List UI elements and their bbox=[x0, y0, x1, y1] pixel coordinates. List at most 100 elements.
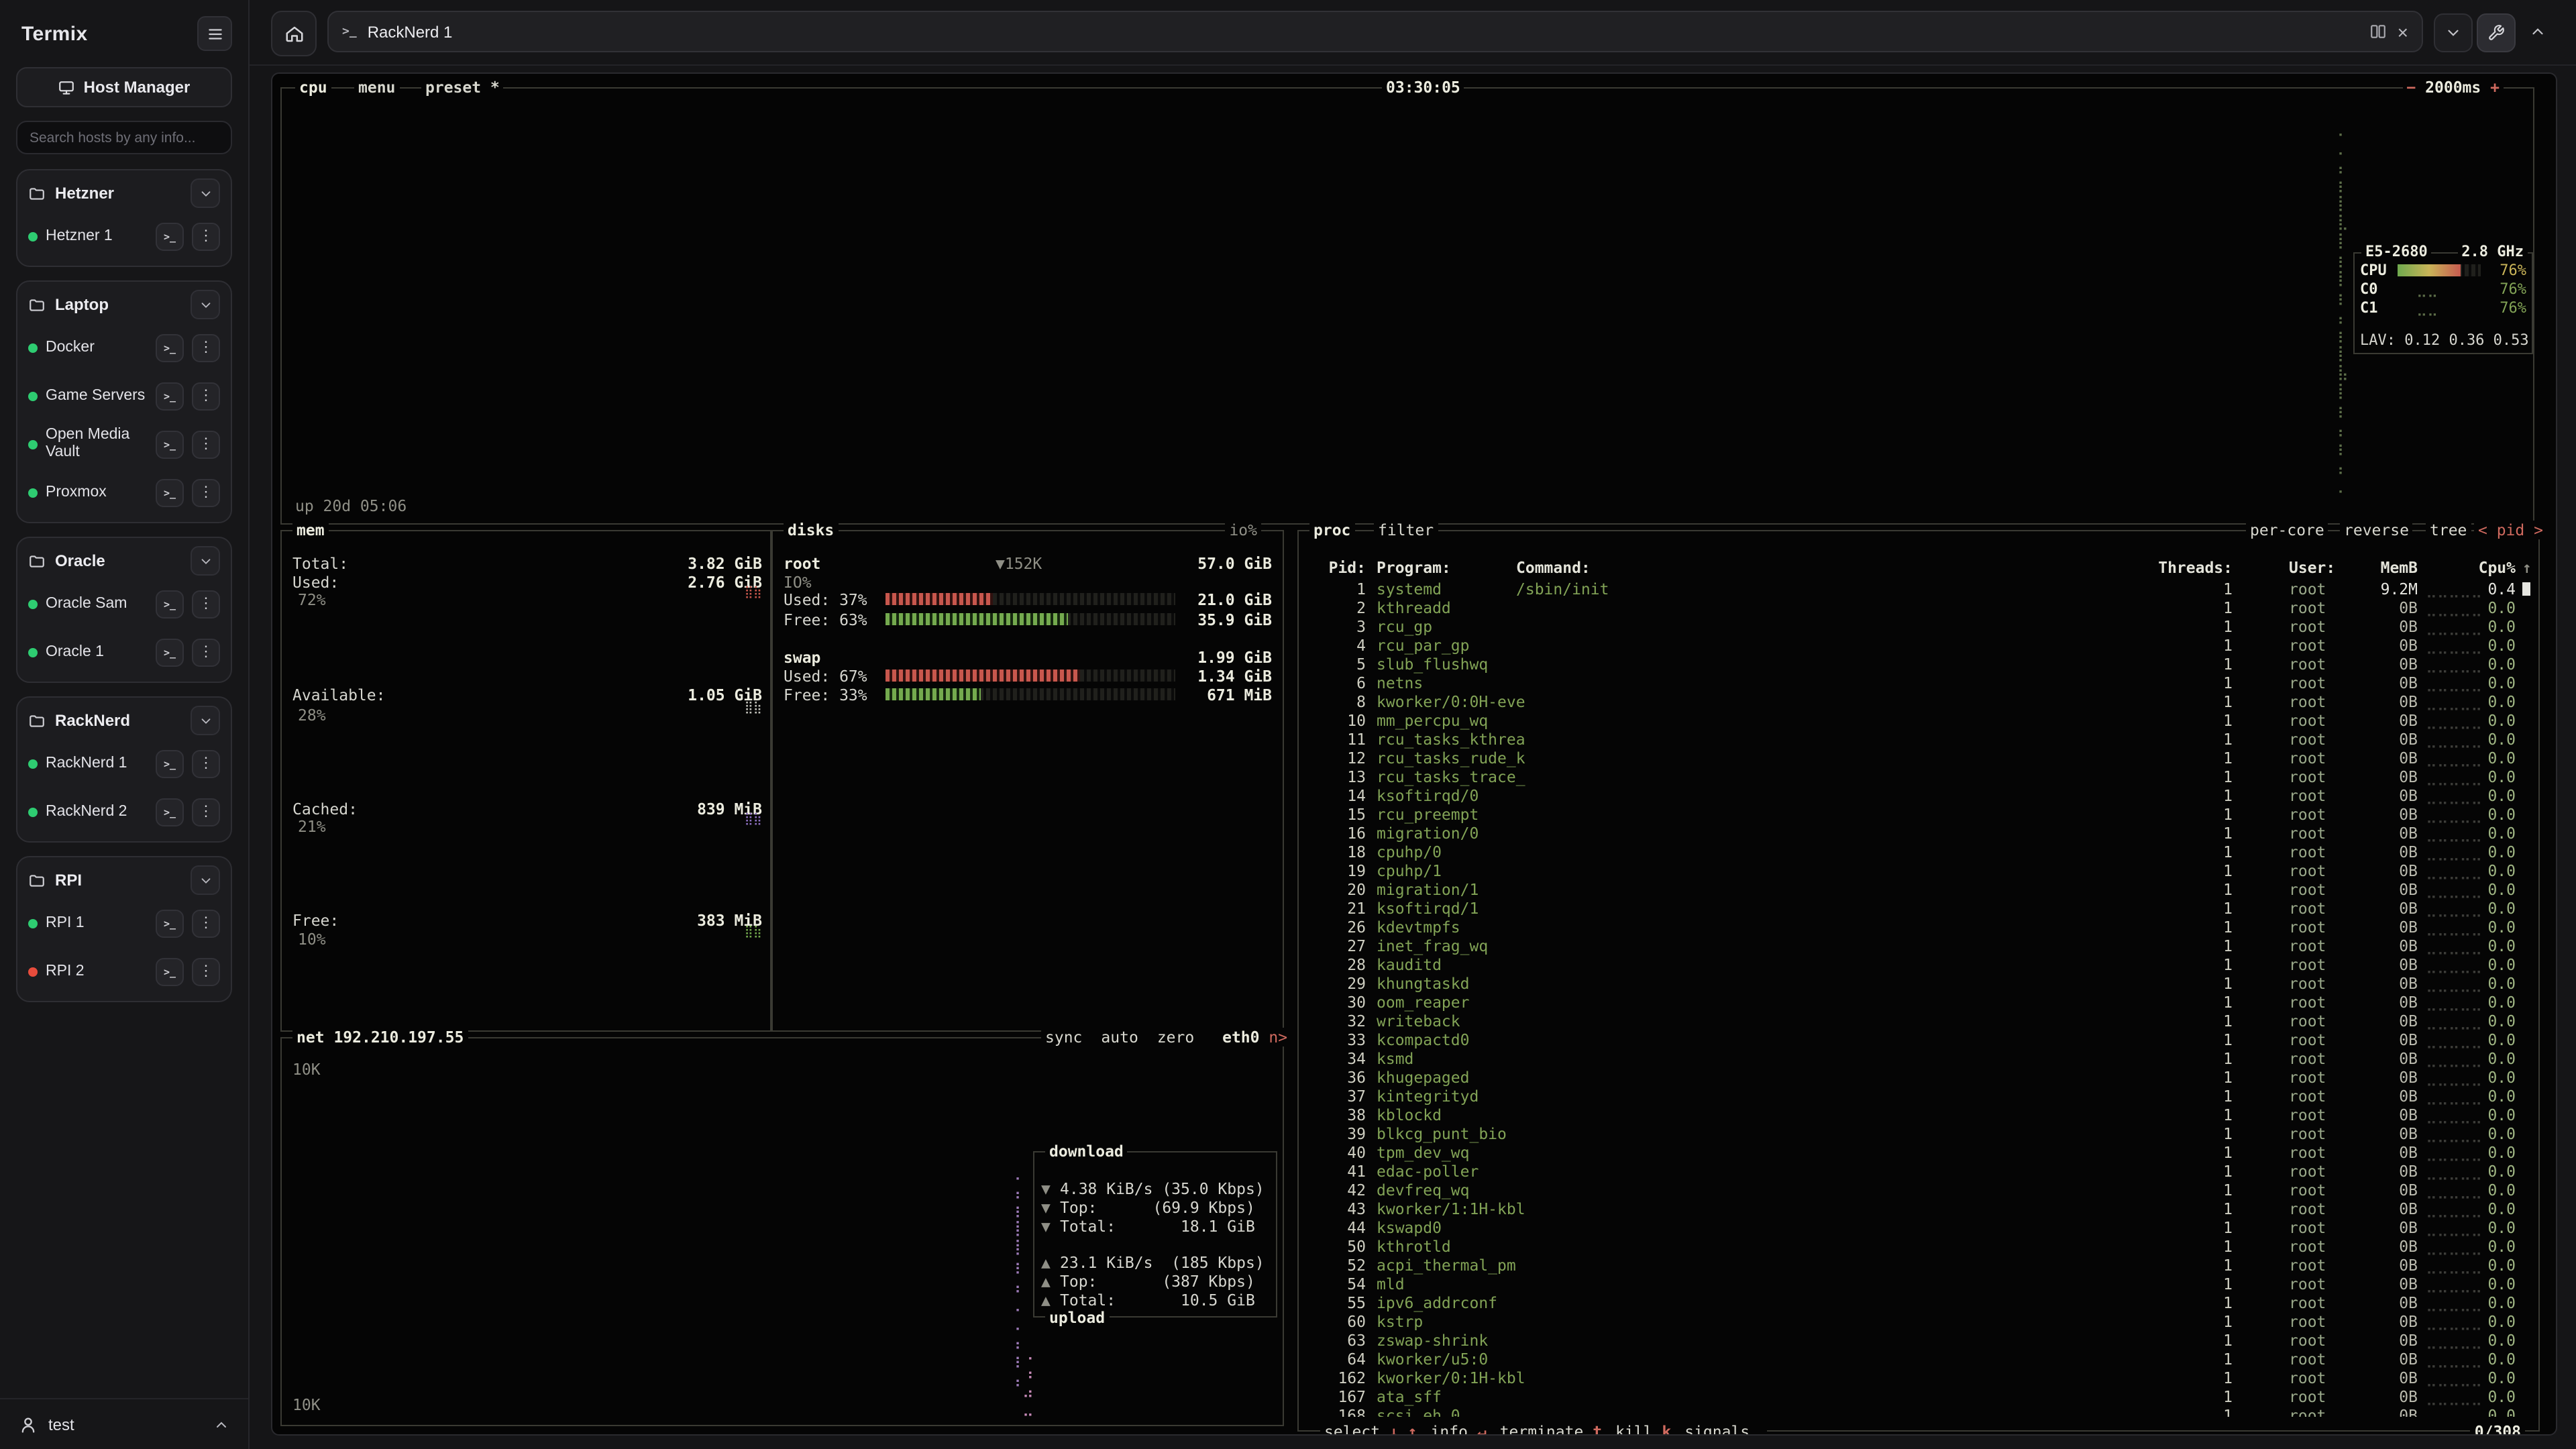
folder-header-hetzner[interactable]: Hetzner bbox=[25, 174, 223, 212]
host-connect-button[interactable]: >_ bbox=[156, 909, 184, 937]
proc-row[interactable]: 40tpm_dev_wq1root0B⣀⣀⣀⣀⣀0.0 bbox=[1299, 1143, 2538, 1162]
proc-row[interactable]: 26kdevtmpfs1root0B⣀⣀⣀⣀⣀0.0 bbox=[1299, 918, 2538, 936]
proc-row[interactable]: 2kthreadd1root0B⣀⣀⣀⣀⣀0.0 bbox=[1299, 598, 2538, 617]
proc-row[interactable]: 21ksoftirqd/11root0B⣀⣀⣀⣀⣀0.0 bbox=[1299, 899, 2538, 918]
host-row[interactable]: Proxmox>_⋮ bbox=[25, 468, 223, 517]
host-menu-button[interactable]: ⋮ bbox=[192, 749, 220, 777]
proc-row[interactable]: 168scsi_eh_01root0B⣀⣀⣀⣀⣀0.0 bbox=[1299, 1406, 2538, 1417]
net-interface-control[interactable]: eth0 n> bbox=[1213, 1028, 1287, 1046]
hint-select[interactable]: select ↓ ↑ bbox=[1324, 1422, 1417, 1436]
proc-row[interactable]: 16migration/01root0B⣀⣀⣀⣀⣀0.0 bbox=[1299, 824, 2538, 843]
folder-chevron-button[interactable] bbox=[191, 706, 220, 735]
proc-row[interactable]: 3rcu_gp1root0B⣀⣀⣀⣀⣀0.0 bbox=[1299, 617, 2538, 636]
proc-row[interactable]: 30oom_reaper1root0B⣀⣀⣀⣀⣀0.0 bbox=[1299, 993, 2538, 1012]
host-connect-button[interactable]: >_ bbox=[156, 222, 184, 250]
folder-chevron-button[interactable] bbox=[191, 546, 220, 576]
host-menu-button[interactable]: ⋮ bbox=[192, 590, 220, 618]
folder-header-racknerd[interactable]: RackNerd bbox=[25, 702, 223, 739]
proc-row[interactable]: 5slub_flushwq1root0B⣀⣀⣀⣀⣀0.0 bbox=[1299, 655, 2538, 674]
hint-signals[interactable]: signals bbox=[1684, 1422, 1750, 1436]
preset-button[interactable]: preset * bbox=[421, 78, 504, 97]
user-footer[interactable]: test bbox=[0, 1398, 248, 1449]
host-row[interactable]: Docker>_⋮ bbox=[25, 323, 223, 372]
proc-row[interactable]: 54mld1root0B⣀⣀⣀⣀⣀0.0 bbox=[1299, 1275, 2538, 1293]
host-connect-button[interactable]: >_ bbox=[156, 382, 184, 410]
proc-row[interactable]: 20migration/11root0B⣀⣀⣀⣀⣀0.0 bbox=[1299, 880, 2538, 899]
proc-row[interactable]: 43kworker/1:1H-kbl1root0B⣀⣀⣀⣀⣀0.0 bbox=[1299, 1199, 2538, 1218]
proc-row[interactable]: 10mm_percpu_wq1root0B⣀⣀⣀⣀⣀0.0 bbox=[1299, 711, 2538, 730]
folder-header-rpi[interactable]: RPI bbox=[25, 861, 223, 899]
host-connect-button[interactable]: >_ bbox=[156, 798, 184, 826]
host-connect-button[interactable]: >_ bbox=[156, 638, 184, 666]
terminal-screen[interactable]: cpu menu preset * 03:30:05 − 2000ms + ⡀⡀… bbox=[271, 72, 2557, 1436]
proc-row[interactable]: 44kswapd01root0B⣀⣀⣀⣀⣀0.0 bbox=[1299, 1218, 2538, 1237]
host-row[interactable]: RackNerd 2>_⋮ bbox=[25, 788, 223, 836]
hint-info[interactable]: info ↵ bbox=[1431, 1422, 1487, 1436]
proc-row[interactable]: 11rcu_tasks_kthrea1root0B⣀⣀⣀⣀⣀0.0 bbox=[1299, 730, 2538, 749]
host-menu-button[interactable]: ⋮ bbox=[192, 478, 220, 506]
host-menu-button[interactable]: ⋮ bbox=[192, 957, 220, 985]
proc-row[interactable]: 60kstrp1root0B⣀⣀⣀⣀⣀0.0 bbox=[1299, 1312, 2538, 1331]
host-connect-button[interactable]: >_ bbox=[156, 333, 184, 362]
host-menu-button[interactable]: ⋮ bbox=[192, 798, 220, 826]
proc-row[interactable]: 14ksoftirqd/01root0B⣀⣀⣀⣀⣀0.0 bbox=[1299, 786, 2538, 805]
collapse-button[interactable] bbox=[2520, 13, 2556, 50]
proc-row[interactable]: 64kworker/u5:01root0B⣀⣀⣀⣀⣀0.0 bbox=[1299, 1350, 2538, 1368]
proc-row[interactable]: 55ipv6_addrconf1root0B⣀⣀⣀⣀⣀0.0 bbox=[1299, 1293, 2538, 1312]
proc-row[interactable]: 52acpi_thermal_pm1root0B⣀⣀⣀⣀⣀0.0 bbox=[1299, 1256, 2538, 1275]
net-control-zero[interactable]: zero bbox=[1157, 1028, 1194, 1046]
folder-chevron-button[interactable] bbox=[191, 865, 220, 895]
proc-row[interactable]: 50kthrotld1root0B⣀⣀⣀⣀⣀0.0 bbox=[1299, 1237, 2538, 1256]
proc-row[interactable]: 18cpuhp/01root0B⣀⣀⣀⣀⣀0.0 bbox=[1299, 843, 2538, 861]
proc-row[interactable]: 41edac-poller1root0B⣀⣀⣀⣀⣀0.0 bbox=[1299, 1162, 2538, 1181]
hint-terminate[interactable]: terminate t bbox=[1500, 1422, 1602, 1436]
proc-row[interactable]: 162kworker/0:1H-kbl1root0B⣀⣀⣀⣀⣀0.0 bbox=[1299, 1368, 2538, 1387]
tab-racknerd-1[interactable]: >_ RackNerd 1 × bbox=[327, 11, 2423, 52]
host-menu-button[interactable]: ⋮ bbox=[192, 909, 220, 937]
hint-kill[interactable]: kill k bbox=[1615, 1422, 1671, 1436]
proc-row[interactable]: 13rcu_tasks_trace_1root0B⣀⣀⣀⣀⣀0.0 bbox=[1299, 767, 2538, 786]
proc-row[interactable]: 12rcu_tasks_rude_k1root0B⣀⣀⣀⣀⣀0.0 bbox=[1299, 749, 2538, 767]
hamburger-menu-button[interactable] bbox=[197, 16, 232, 51]
folder-chevron-button[interactable] bbox=[191, 178, 220, 208]
host-connect-button[interactable]: >_ bbox=[156, 957, 184, 985]
proc-row[interactable]: 32writeback1root0B⣀⣀⣀⣀⣀0.0 bbox=[1299, 1012, 2538, 1030]
tools-button[interactable] bbox=[2477, 13, 2516, 52]
net-control-sync[interactable]: sync bbox=[1045, 1028, 1082, 1046]
host-row[interactable]: Game Servers>_⋮ bbox=[25, 372, 223, 420]
net-controls[interactable]: sync auto zero eth0 n> bbox=[1041, 1028, 1291, 1046]
update-interval[interactable]: − 2000ms + bbox=[2402, 78, 2504, 97]
host-row[interactable]: RPI 2>_⋮ bbox=[25, 947, 223, 996]
folder-header-oracle[interactable]: Oracle bbox=[25, 542, 223, 580]
host-row[interactable]: RackNerd 1>_⋮ bbox=[25, 739, 223, 788]
proc-row[interactable]: 39blkcg_punt_bio1root0B⣀⣀⣀⣀⣀0.0 bbox=[1299, 1124, 2538, 1143]
host-menu-button[interactable]: ⋮ bbox=[192, 333, 220, 362]
menu-button[interactable]: menu bbox=[354, 78, 399, 97]
host-connect-button[interactable]: >_ bbox=[156, 749, 184, 777]
home-button[interactable] bbox=[271, 11, 317, 56]
proc-row[interactable]: 167ata_sff1root0B⣀⣀⣀⣀⣀0.0 bbox=[1299, 1387, 2538, 1406]
host-menu-button[interactable]: ⋮ bbox=[192, 638, 220, 666]
proc-row[interactable]: 8kworker/0:0H-eve1root0B⣀⣀⣀⣀⣀0.0 bbox=[1299, 692, 2538, 711]
host-row[interactable]: Oracle Sam>_⋮ bbox=[25, 580, 223, 628]
host-connect-button[interactable]: >_ bbox=[156, 430, 184, 458]
proc-row[interactable]: 27inet_frag_wq1root0B⣀⣀⣀⣀⣀0.0 bbox=[1299, 936, 2538, 955]
host-connect-button[interactable]: >_ bbox=[156, 478, 184, 506]
proc-row[interactable]: 37kintegrityd1root0B⣀⣀⣀⣀⣀0.0 bbox=[1299, 1087, 2538, 1106]
proc-row[interactable]: 4rcu_par_gp1root0B⣀⣀⣀⣀⣀0.0 bbox=[1299, 636, 2538, 655]
proc-row[interactable]: 36khugepaged1root0B⣀⣀⣀⣀⣀0.0 bbox=[1299, 1068, 2538, 1087]
proc-row[interactable]: 1systemd/sbin/init1root9.2M⣀⣀⣀⣀⣀0.4 bbox=[1299, 580, 2538, 598]
proc-row[interactable]: 19cpuhp/11root0B⣀⣀⣀⣀⣀0.0 bbox=[1299, 861, 2538, 880]
proc-row[interactable]: 33kcompactd01root0B⣀⣀⣀⣀⣀0.0 bbox=[1299, 1030, 2538, 1049]
host-menu-button[interactable]: ⋮ bbox=[192, 382, 220, 410]
net-control-auto[interactable]: auto bbox=[1101, 1028, 1138, 1046]
proc-row[interactable]: 63zswap-shrink1root0B⣀⣀⣀⣀⣀0.0 bbox=[1299, 1331, 2538, 1350]
host-row[interactable]: Oracle 1>_⋮ bbox=[25, 628, 223, 676]
proc-row[interactable]: 6netns1root0B⣀⣀⣀⣀⣀0.0 bbox=[1299, 674, 2538, 692]
folder-header-laptop[interactable]: Laptop bbox=[25, 286, 223, 323]
host-menu-button[interactable]: ⋮ bbox=[192, 430, 220, 458]
tab-close-icon[interactable]: × bbox=[2398, 22, 2408, 41]
search-input[interactable] bbox=[16, 121, 232, 154]
proc-row[interactable]: 29khungtaskd1root0B⣀⣀⣀⣀⣀0.0 bbox=[1299, 974, 2538, 993]
split-view-icon[interactable] bbox=[2369, 23, 2387, 40]
